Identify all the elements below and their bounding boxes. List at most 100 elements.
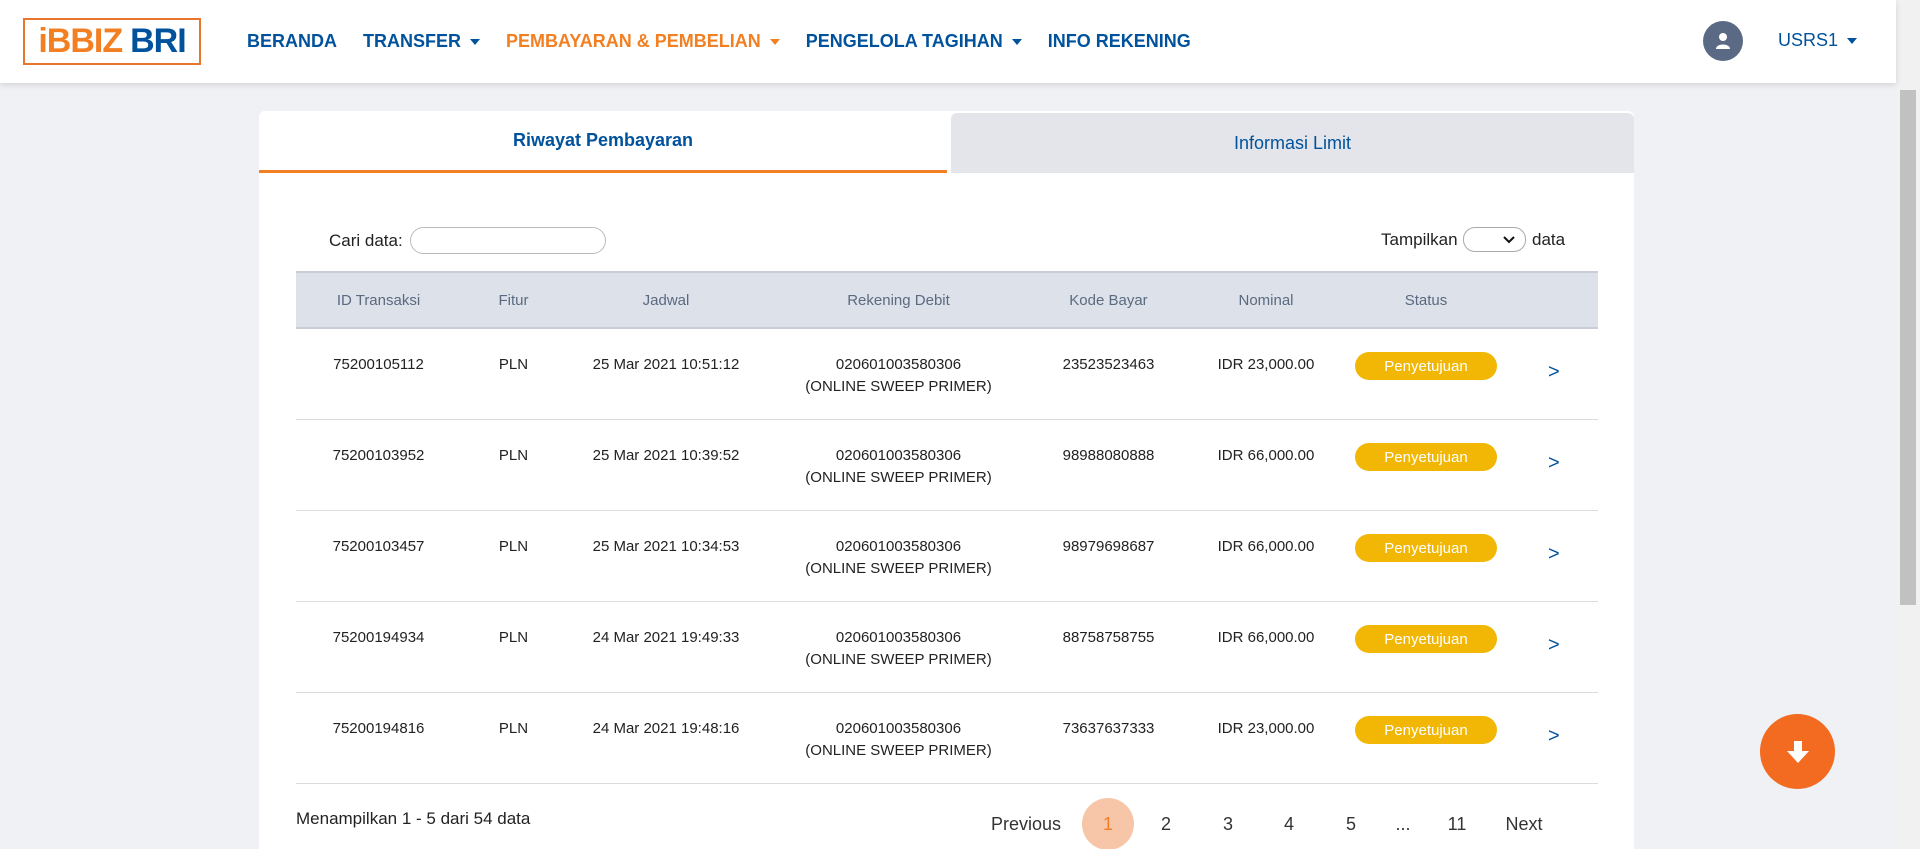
status-badge[interactable]: Penyetujuan bbox=[1355, 625, 1497, 653]
nav-item-beranda[interactable]: BERANDA bbox=[247, 31, 337, 52]
cell-jadwal: 25 Mar 2021 10:34:53 bbox=[592, 538, 740, 555]
rekening-name: (ONLINE SWEEP PRIMER) bbox=[805, 651, 992, 668]
pagination-ellipsis: ... bbox=[1395, 813, 1411, 834]
column-header-status[interactable]: Status bbox=[1346, 273, 1506, 327]
nav-item-pengelola-tagihan[interactable]: PENGELOLA TAGIHAN bbox=[806, 31, 1022, 52]
tab-riwayat-pembayaran[interactable]: Riwayat Pembayaran bbox=[259, 111, 947, 173]
column-header-rekening[interactable]: Rekening Debit bbox=[766, 273, 1031, 327]
nav-item-label: PEMBAYARAN & PEMBELIAN bbox=[506, 31, 761, 51]
user-avatar[interactable] bbox=[1703, 21, 1743, 61]
status-badge[interactable]: Penyetujuan bbox=[1355, 716, 1497, 744]
cell-id: 75200105112 bbox=[333, 356, 424, 373]
cell-rekening: 020601003580306 (ONLINE SWEEP PRIMER) bbox=[766, 354, 1031, 398]
nav-item-label: TRANSFER bbox=[363, 31, 461, 51]
rekening-number: 020601003580306 bbox=[835, 356, 962, 373]
rekening-name: (ONLINE SWEEP PRIMER) bbox=[805, 742, 992, 759]
cell-id: 75200103457 bbox=[332, 538, 425, 555]
status-badge[interactable]: Penyetujuan bbox=[1355, 352, 1497, 380]
nav-item-info-rekening[interactable]: INFO REKENING bbox=[1048, 31, 1191, 52]
nav-item-transfer[interactable]: TRANSFER bbox=[363, 31, 480, 52]
row-detail-arrow[interactable]: > bbox=[1548, 725, 1560, 748]
cell-fitur: PLN bbox=[498, 720, 529, 737]
main-nav: BERANDA TRANSFER PEMBAYARAN & PEMBELIAN … bbox=[247, 0, 1217, 83]
top-navbar: iBBIZ BRI BERANDA TRANSFER PEMBAYARAN & … bbox=[0, 0, 1896, 83]
user-name-label: USRS1 bbox=[1778, 30, 1839, 50]
column-header-nominal[interactable]: Nominal bbox=[1186, 273, 1346, 327]
cell-id: 75200194934 bbox=[332, 629, 425, 646]
cell-nominal: IDR 23,000.00 bbox=[1217, 720, 1315, 737]
cell-nominal: IDR 66,000.00 bbox=[1217, 538, 1315, 555]
search-label: Cari data: bbox=[329, 231, 403, 250]
brand-logo[interactable]: iBBIZ BRI bbox=[23, 18, 201, 65]
pagination-page-5[interactable]: 5 bbox=[1331, 799, 1371, 849]
column-header-fitur[interactable]: Fitur bbox=[461, 273, 566, 327]
rekening-number: 020601003580306 bbox=[835, 629, 962, 646]
caret-down-icon bbox=[1847, 37, 1858, 44]
cell-id: 75200103952 bbox=[332, 447, 425, 464]
brand-logo-part1: iBBIZ bbox=[38, 22, 123, 60]
caret-down-icon bbox=[470, 38, 480, 45]
cell-rekening: 020601003580306 (ONLINE SWEEP PRIMER) bbox=[766, 536, 1031, 580]
arrow-down-icon bbox=[1786, 740, 1809, 763]
row-detail-arrow[interactable]: > bbox=[1548, 452, 1560, 475]
row-detail-arrow[interactable]: > bbox=[1548, 634, 1560, 657]
page-size-select[interactable] bbox=[1463, 227, 1526, 252]
cell-kode: 73637637333 bbox=[1062, 720, 1155, 737]
pagination-page-1[interactable]: 1 bbox=[1082, 798, 1134, 849]
row-detail-arrow[interactable]: > bbox=[1548, 361, 1560, 384]
table-row[interactable]: 75200194934 PLN 24 Mar 2021 19:49:33 020… bbox=[296, 602, 1598, 693]
caret-down-icon bbox=[1011, 38, 1022, 45]
cell-jadwal: 24 Mar 2021 19:49:33 bbox=[592, 629, 740, 646]
tab-informasi-limit[interactable]: Informasi Limit bbox=[951, 113, 1634, 173]
status-badge[interactable]: Penyetujuan bbox=[1355, 534, 1497, 562]
cell-rekening: 020601003580306 (ONLINE SWEEP PRIMER) bbox=[766, 718, 1031, 762]
rekening-number: 020601003580306 bbox=[835, 720, 962, 737]
pagination-page-4[interactable]: 4 bbox=[1269, 799, 1309, 849]
cell-jadwal: 25 Mar 2021 10:51:12 bbox=[592, 356, 740, 373]
caret-down-icon bbox=[769, 38, 780, 45]
table-header: ID Transaksi Fitur Jadwal Rekening Debit… bbox=[296, 271, 1598, 329]
rekening-name: (ONLINE SWEEP PRIMER) bbox=[805, 469, 992, 486]
table-row[interactable]: 75200105112 PLN 25 Mar 2021 10:51:12 020… bbox=[296, 329, 1598, 420]
column-header-id[interactable]: ID Transaksi bbox=[296, 273, 461, 327]
table-row[interactable]: 75200194816 PLN 24 Mar 2021 19:48:16 020… bbox=[296, 693, 1598, 784]
cell-kode: 88758758755 bbox=[1062, 629, 1155, 646]
cell-fitur: PLN bbox=[498, 538, 529, 555]
cell-kode: 98988080888 bbox=[1062, 447, 1155, 464]
cell-rekening: 020601003580306 (ONLINE SWEEP PRIMER) bbox=[766, 627, 1031, 671]
cell-rekening: 020601003580306 (ONLINE SWEEP PRIMER) bbox=[766, 445, 1031, 489]
column-header-jadwal[interactable]: Jadwal bbox=[566, 273, 766, 327]
pagination: Previous 1 2 3 4 5 ... 11 Next bbox=[259, 798, 1634, 849]
nav-item-pembayaran-pembelian[interactable]: PEMBAYARAN & PEMBELIAN bbox=[506, 31, 780, 52]
page-scrollbar[interactable] bbox=[1896, 0, 1920, 849]
cell-jadwal: 25 Mar 2021 10:39:52 bbox=[592, 447, 740, 464]
status-badge[interactable]: Penyetujuan bbox=[1355, 443, 1497, 471]
chevron-down-icon bbox=[1503, 235, 1515, 243]
pagination-previous[interactable]: Previous bbox=[981, 799, 1071, 849]
nav-item-label: PENGELOLA TAGIHAN bbox=[805, 31, 1003, 51]
transactions-table: ID Transaksi Fitur Jadwal Rekening Debit… bbox=[296, 271, 1598, 784]
scrollbar-thumb[interactable] bbox=[1900, 90, 1916, 605]
search-input[interactable] bbox=[410, 227, 606, 254]
column-header-kode[interactable]: Kode Bayar bbox=[1031, 273, 1186, 327]
pagination-next[interactable]: Next bbox=[1489, 799, 1559, 849]
row-detail-arrow[interactable]: > bbox=[1548, 543, 1560, 566]
page-size-label: Tampilkan bbox=[1381, 230, 1458, 249]
brand-logo-part2: BRI bbox=[130, 22, 187, 60]
rekening-number: 020601003580306 bbox=[835, 538, 962, 555]
pagination-page-3[interactable]: 3 bbox=[1208, 799, 1248, 849]
cell-nominal: IDR 23,000.00 bbox=[1217, 356, 1315, 373]
scroll-down-button[interactable] bbox=[1760, 714, 1835, 789]
payment-history-card: Riwayat Pembayaran Informasi Limit Cari … bbox=[259, 111, 1634, 849]
cell-nominal: IDR 66,000.00 bbox=[1217, 629, 1315, 646]
rekening-number: 020601003580306 bbox=[835, 447, 962, 464]
cell-id: 75200194816 bbox=[332, 720, 425, 737]
table-row[interactable]: 75200103952 PLN 25 Mar 2021 10:39:52 020… bbox=[296, 420, 1598, 511]
cell-fitur: PLN bbox=[498, 356, 529, 373]
table-row[interactable]: 75200103457 PLN 25 Mar 2021 10:34:53 020… bbox=[296, 511, 1598, 602]
pagination-page-2[interactable]: 2 bbox=[1146, 799, 1186, 849]
user-icon bbox=[1716, 33, 1730, 49]
user-menu[interactable]: USRS1 bbox=[1778, 30, 1858, 51]
nav-item-label: BERANDA bbox=[247, 31, 337, 51]
pagination-page-11[interactable]: 11 bbox=[1437, 799, 1477, 849]
